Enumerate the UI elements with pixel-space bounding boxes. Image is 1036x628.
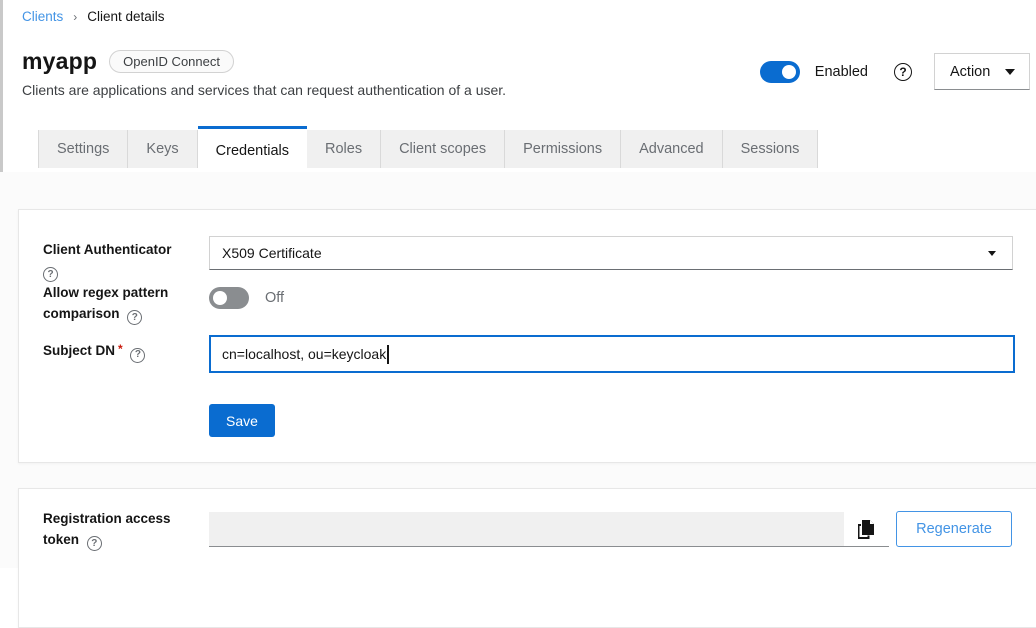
breadcrumb-chevron-icon: › [73, 10, 77, 24]
header-controls: Enabled ? Action [760, 53, 1030, 90]
caret-down-icon [1005, 69, 1015, 75]
regex-toggle-state: Off [265, 290, 284, 306]
enabled-toggle[interactable] [760, 61, 800, 83]
subject-dn-input[interactable]: cn=localhost, ou=keycloak [209, 335, 1015, 373]
protocol-badge: OpenID Connect [109, 50, 234, 73]
regenerate-button[interactable]: Regenerate [896, 511, 1012, 547]
tab-credentials[interactable]: Credentials [198, 126, 307, 172]
client-help-icon[interactable]: ? [894, 63, 912, 81]
toggle-knob [782, 65, 796, 79]
breadcrumb-current: Client details [87, 9, 164, 24]
tab-permissions[interactable]: Permissions [505, 130, 621, 168]
subject-dn-label: Subject DN* ? [43, 340, 218, 363]
tab-keys[interactable]: Keys [128, 130, 197, 168]
registration-card: Registration access token ? Regenerate [18, 488, 1036, 628]
save-button[interactable]: Save [209, 404, 275, 437]
tab-roles[interactable]: Roles [307, 130, 381, 168]
registration-token-label: Registration access token ? [43, 509, 203, 551]
page-description: Clients are applications and services th… [22, 82, 506, 98]
tab-settings[interactable]: Settings [38, 130, 128, 168]
tab-advanced[interactable]: Advanced [621, 130, 723, 168]
subject-dn-value: cn=localhost, ou=keycloak [222, 346, 386, 362]
client-authenticator-select[interactable]: X509 Certificate [209, 236, 1013, 270]
regex-toggle-row: Off [209, 287, 284, 309]
regex-toggle[interactable] [209, 287, 249, 309]
copy-icon [858, 520, 875, 539]
client-authenticator-label: Client Authenticator ? [43, 240, 203, 282]
page-header: myapp OpenID Connect [22, 48, 234, 75]
enabled-label: Enabled [815, 64, 868, 80]
toggle-knob [213, 291, 227, 305]
subject-dn-help-icon[interactable]: ? [130, 348, 145, 363]
required-asterisk: * [118, 342, 123, 356]
client-tabs: Settings Keys Credentials Roles Client s… [38, 126, 818, 172]
page-title: myapp [22, 48, 97, 75]
registration-token-help-icon[interactable]: ? [87, 536, 102, 551]
regex-label: Allow regex pattern comparison ? [43, 283, 203, 325]
client-authenticator-help-icon[interactable]: ? [43, 267, 58, 282]
registration-token-input [209, 512, 844, 546]
breadcrumb-clients-link[interactable]: Clients [22, 9, 63, 24]
breadcrumb: Clients › Client details [22, 9, 165, 24]
text-cursor [387, 345, 389, 364]
tab-sessions[interactable]: Sessions [723, 130, 819, 168]
caret-down-icon [988, 251, 996, 256]
client-authenticator-value: X509 Certificate [222, 245, 322, 261]
action-dropdown-button[interactable]: Action [934, 53, 1030, 90]
credentials-card: Client Authenticator ? X509 Certificate … [18, 209, 1036, 463]
regex-help-icon[interactable]: ? [127, 310, 142, 325]
copy-button[interactable] [844, 512, 889, 546]
tab-client-scopes[interactable]: Client scopes [381, 130, 505, 168]
registration-token-group [209, 512, 889, 547]
action-label: Action [950, 64, 990, 80]
tab-content: Client Authenticator ? X509 Certificate … [0, 172, 1036, 568]
